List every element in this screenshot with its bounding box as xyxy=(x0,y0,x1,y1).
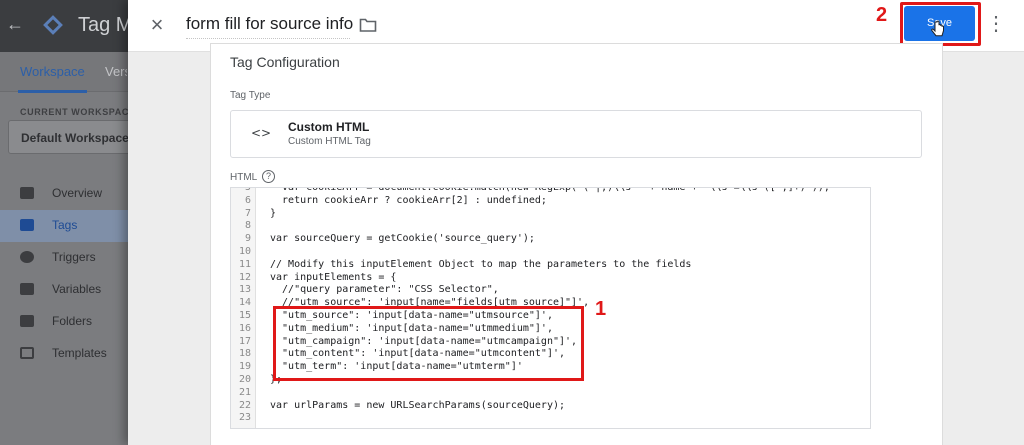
line-number: 15 xyxy=(238,309,251,321)
code-text: var sourceQuery = getCookie('source_quer… xyxy=(270,233,535,245)
code-text: var urlParams = new URLSearchParams(sour… xyxy=(270,399,566,411)
line-number: 7 xyxy=(244,207,251,219)
code-line: 21 xyxy=(231,386,870,400)
tag-configuration-card: Tag Configuration Tag Type <> Custom HTM… xyxy=(210,43,943,445)
code-text: // Modify this inputElement Object to ma… xyxy=(270,258,692,270)
line-number: 23 xyxy=(238,412,251,424)
back-arrow-icon[interactable]: ← xyxy=(6,14,24,34)
code-text: var inputElements = { xyxy=(270,271,397,283)
sidebar-item-overview[interactable]: Overview xyxy=(0,178,128,210)
card-title: Tag Configuration xyxy=(230,54,340,70)
more-options-icon[interactable]: ⋮ xyxy=(986,12,1006,36)
line-number: 22 xyxy=(238,399,251,411)
code-text: var cookieArr = document.cookie.match(ne… xyxy=(270,187,830,193)
line-number: 20 xyxy=(238,373,251,385)
sidebar-item-label: Tags xyxy=(52,218,78,232)
tab-versions[interactable]: Versions xyxy=(105,64,127,79)
variable-icon xyxy=(20,283,34,295)
workspace-selector[interactable]: Default Workspace xyxy=(8,120,132,154)
code-line: 6 return cookieArr ? cookieArr[2] : unde… xyxy=(231,194,870,208)
tag-type-subtitle: Custom HTML Tag xyxy=(288,136,371,147)
overview-icon xyxy=(20,187,34,199)
line-number: 21 xyxy=(238,386,251,398)
sidebar-item-folders[interactable]: Folders xyxy=(0,306,128,338)
sidebar-item-templates[interactable]: Templates xyxy=(0,338,128,370)
html-label: HTML xyxy=(230,172,258,183)
sidebar-item-label: Triggers xyxy=(52,250,96,264)
code-line: 13 //"query parameter": "CSS Selector", xyxy=(231,284,870,297)
workspace-tabs: Workspace Versions xyxy=(0,52,128,93)
gtm-logo-icon xyxy=(43,15,63,35)
code-line: 8 xyxy=(231,220,870,233)
line-number: 9 xyxy=(244,233,251,245)
hand-cursor-icon xyxy=(931,20,944,37)
line-number: 12 xyxy=(238,271,251,283)
annotation-highlight-code xyxy=(273,306,584,381)
code-line: 12 var inputElements = { xyxy=(231,271,870,285)
tag-editor-panel: × form fill for source info 2 Save ⋮ Tag… xyxy=(128,0,1024,445)
line-number: 18 xyxy=(238,348,251,360)
tab-workspace[interactable]: Workspace xyxy=(18,64,87,93)
line-number: 16 xyxy=(238,322,251,334)
workspace-name: Default Workspace xyxy=(21,131,129,145)
code-line: 5 var cookieArr = document.cookie.match(… xyxy=(231,187,870,195)
code-text: //"query parameter": "CSS Selector", xyxy=(270,284,499,296)
template-icon xyxy=(20,347,34,359)
line-number: 8 xyxy=(244,220,251,232)
code-line: 23 xyxy=(231,412,870,425)
code-text: return cookieArr ? cookieArr[2] : undefi… xyxy=(270,194,547,206)
sidebar-item-label: Templates xyxy=(52,346,107,360)
line-number: 14 xyxy=(238,297,251,309)
line-number: 11 xyxy=(238,258,251,270)
tag-type-title: Custom HTML xyxy=(288,120,370,134)
sidebar-item-label: Variables xyxy=(52,282,102,296)
tag-type-selector[interactable]: <> Custom HTML Custom HTML Tag xyxy=(230,110,922,158)
sidebar-nav: Overview Tags Triggers Variables Folders… xyxy=(0,178,128,370)
line-number: 17 xyxy=(238,335,251,347)
line-number: 10 xyxy=(238,245,251,257)
annotation-marker: 1 xyxy=(595,298,607,320)
sidebar-item-tags[interactable]: Tags xyxy=(0,210,128,242)
tag-icon xyxy=(20,219,34,231)
sidebar-item-triggers[interactable]: Triggers xyxy=(0,242,128,274)
sidebar-item-variables[interactable]: Variables xyxy=(0,274,128,306)
tag-type-label: Tag Type xyxy=(230,90,271,101)
help-icon[interactable]: ? xyxy=(262,170,275,183)
sidebar-item-label: Folders xyxy=(52,314,93,328)
tag-name-field[interactable]: form fill for source info xyxy=(186,14,353,39)
current-workspace-label: CURRENT WORKSPACE xyxy=(20,107,136,117)
line-number: 6 xyxy=(244,194,251,206)
line-number: 5 xyxy=(244,187,251,193)
code-text: } xyxy=(270,207,277,219)
trigger-icon xyxy=(20,251,34,263)
code-line: 9 var sourceQuery = getCookie('source_que… xyxy=(231,233,870,246)
code-line: 11 // Modify this inputElement Object to … xyxy=(231,258,870,272)
folder-icon[interactable] xyxy=(359,16,377,34)
line-number: 13 xyxy=(238,284,251,296)
sidebar-item-label: Overview xyxy=(52,186,103,200)
annotation-marker: 2 xyxy=(876,4,888,26)
code-line: 10 xyxy=(231,245,870,259)
folder-icon xyxy=(20,315,34,327)
close-icon[interactable]: × xyxy=(146,14,168,36)
line-number: 19 xyxy=(238,361,251,373)
code-brackets-icon: <> xyxy=(251,126,272,140)
code-line: 7} xyxy=(231,207,870,221)
app-topbar: ← Tag Manager xyxy=(0,0,138,52)
code-line: 22 var urlParams = new URLSearchParams(so… xyxy=(231,399,870,413)
